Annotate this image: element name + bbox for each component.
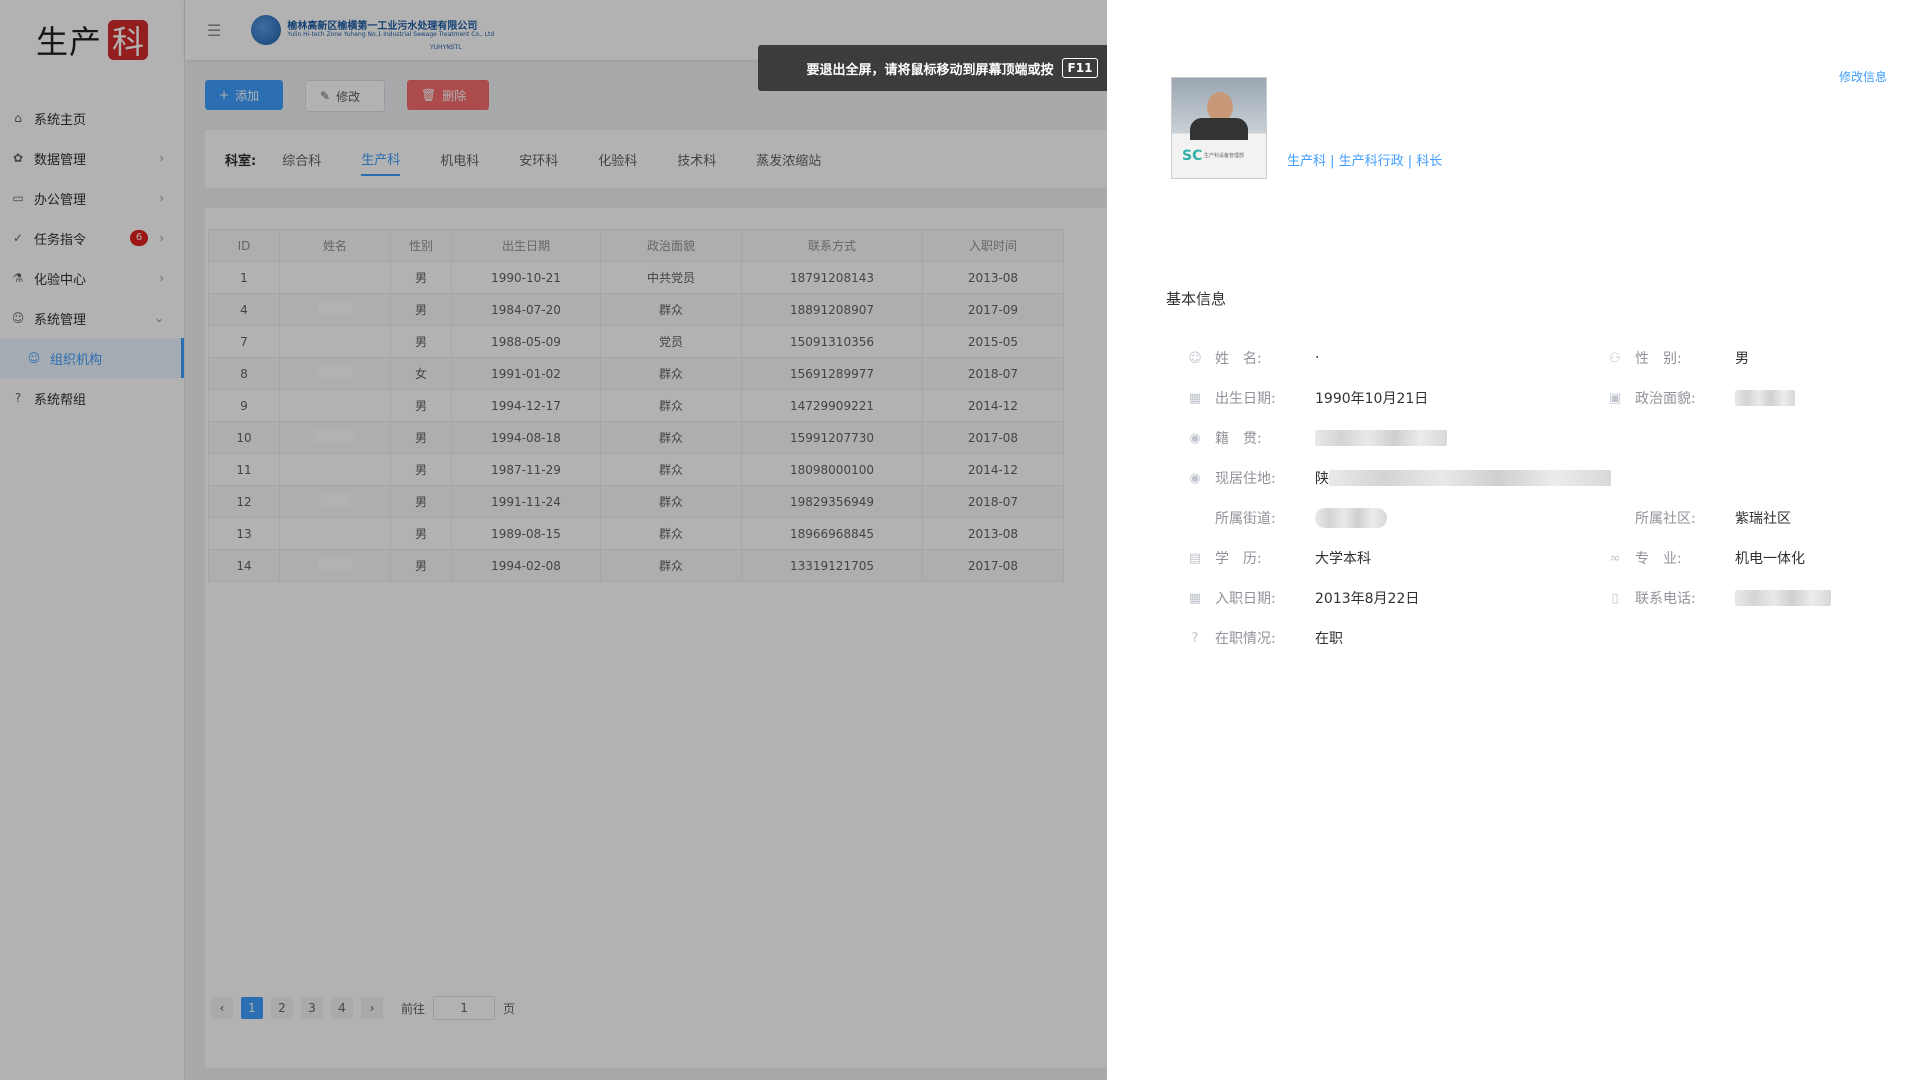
field-label: 性 别: (1635, 351, 1682, 367)
basic-info-title: 基本信息 (1166, 290, 1227, 308)
field-value-redacted (1735, 390, 1795, 406)
edit-info-link[interactable]: 修改信息 (1839, 68, 1887, 85)
field-label: 所属社区: (1635, 511, 1696, 527)
mobile-icon: ▯ (1611, 590, 1619, 606)
user-icon: ☺ (1188, 350, 1202, 366)
staff-detail-drawer: 修改信息 SC 生产科设备管理部 生产科 | 生产科行政 | 科长 基本信息 ☺… (1107, 0, 1913, 1080)
avatar-caption: 生产科设备管理部 (1204, 153, 1245, 159)
id-card-icon: ▣ (1608, 390, 1622, 406)
field-name: ☺ 姓 名: · (1187, 348, 1319, 368)
field-street: 所属街道: (1187, 508, 1387, 528)
field-value: 2013年8月22日 (1315, 591, 1420, 607)
field-status: ? 在职情况: 在职 (1187, 628, 1343, 648)
field-value: 在职 (1315, 631, 1343, 647)
field-label: 入职日期: (1215, 591, 1276, 607)
field-label: 籍 贯: (1215, 431, 1262, 447)
field-value: 1990年10月21日 (1315, 391, 1429, 407)
field-value: 陕 (1315, 471, 1329, 487)
field-label: 出生日期: (1215, 391, 1276, 407)
field-gender: ⚇ 性 别: 男 (1607, 348, 1749, 368)
field-value: · (1315, 350, 1320, 366)
field-community: 所属社区: 紫瑞社区 (1607, 508, 1791, 528)
field-value-redacted (1315, 430, 1447, 446)
field-label: 政治面貌: (1635, 391, 1696, 407)
calendar-icon: ▦ (1188, 390, 1202, 406)
avatar-logo: SC (1182, 148, 1203, 164)
field-major: ∞ 专 业: 机电一体化 (1607, 548, 1805, 568)
field-label: 在职情况: (1215, 631, 1276, 647)
location-icon: ◉ (1189, 430, 1201, 446)
avatar: SC 生产科设备管理部 (1171, 77, 1267, 179)
field-value: 紫瑞社区 (1735, 511, 1791, 527)
question-icon: ? (1191, 630, 1199, 646)
avatar-body (1190, 118, 1248, 140)
field-label: 姓 名: (1215, 351, 1262, 367)
drawer-backdrop[interactable] (0, 0, 1107, 1080)
field-education: ▤ 学 历: 大学本科 (1187, 548, 1371, 568)
field-label: 所属街道: (1215, 511, 1276, 527)
fullscreen-toast: 要退出全屏，请将鼠标移动到屏幕顶端或按 F11 (758, 45, 1147, 91)
field-value: 男 (1735, 351, 1749, 367)
f11-key-hint: F11 (1061, 58, 1099, 78)
location-icon: ◉ (1189, 470, 1201, 486)
field-label: 现居住地: (1215, 471, 1276, 487)
link-icon: ∞ (1609, 550, 1621, 566)
field-value: 大学本科 (1315, 551, 1371, 567)
field-label: 学 历: (1215, 551, 1262, 567)
field-label: 专 业: (1635, 551, 1682, 567)
field-value-redacted (1735, 590, 1831, 606)
field-value: 机电一体化 (1735, 551, 1805, 567)
gender-icon: ⚇ (1609, 350, 1621, 366)
field-birth: ▦ 出生日期: 1990年10月21日 (1187, 388, 1428, 408)
field-value-redacted (1329, 470, 1611, 486)
field-politics: ▣ 政治面貌: (1607, 388, 1795, 408)
field-value-redacted (1315, 508, 1387, 528)
calendar-icon: ▦ (1188, 590, 1202, 606)
field-label: 联系电话: (1635, 591, 1696, 607)
field-native: ◉ 籍 贯: (1187, 428, 1447, 448)
document-icon: ▤ (1188, 550, 1202, 566)
department-path: 生产科 | 生产科行政 | 科长 (1287, 154, 1443, 169)
toast-text: 要退出全屏，请将鼠标移动到屏幕顶端或按 (806, 62, 1054, 78)
field-hire-date: ▦ 入职日期: 2013年8月22日 (1187, 588, 1420, 608)
field-address: ◉ 现居住地: 陕 (1187, 468, 1611, 488)
field-phone: ▯ 联系电话: (1607, 588, 1831, 608)
